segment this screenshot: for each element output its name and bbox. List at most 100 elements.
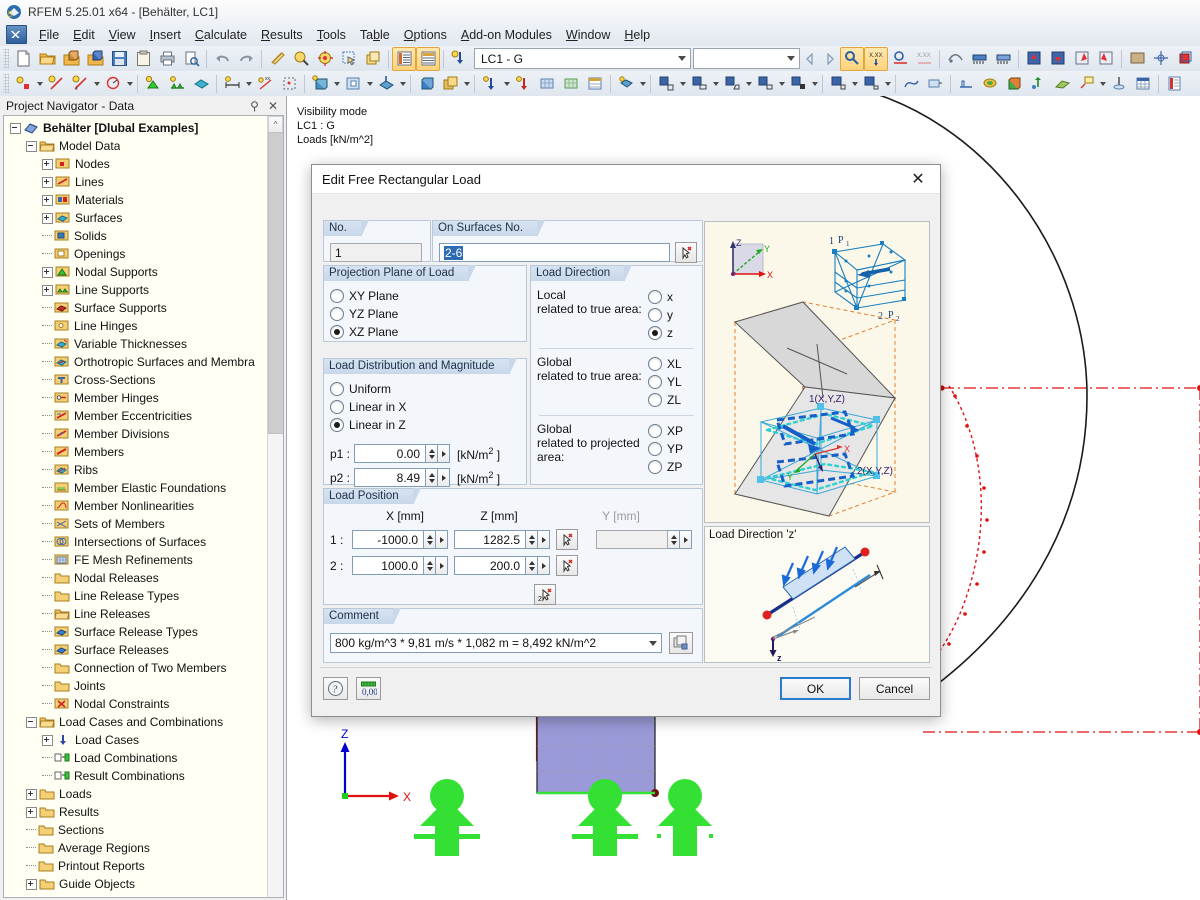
view-mode-6-icon[interactable] xyxy=(826,72,850,96)
load-position-y-input[interactable] xyxy=(596,530,668,549)
tree-item[interactable]: Results xyxy=(4,803,283,821)
projection-plane-option-xy-plane[interactable]: XY Plane xyxy=(330,287,526,305)
block-copy-icon[interactable] xyxy=(438,72,462,96)
pick-node-icon[interactable] xyxy=(556,529,578,550)
spinner-up-down[interactable] xyxy=(526,556,538,575)
load-direction-option-zp[interactable]: ZP xyxy=(648,458,696,476)
tree-item[interactable]: Nodes xyxy=(4,155,283,173)
tree-item[interactable]: Line Supports xyxy=(4,281,283,299)
expand-icon[interactable] xyxy=(42,267,53,278)
load-position-x-input[interactable]: 1000.0 xyxy=(352,556,424,575)
open-model-icon[interactable] xyxy=(59,47,83,71)
chevron-down-icon[interactable] xyxy=(777,73,786,95)
smooth-result-icon[interactable] xyxy=(1050,72,1074,96)
tree-item[interactable]: Orthotropic Surfaces and Membra xyxy=(4,353,283,371)
chevron-down-icon[interactable] xyxy=(744,73,753,95)
tree-item[interactable]: Load Combinations xyxy=(4,749,283,767)
pick-surface-icon[interactable] xyxy=(675,242,697,263)
section-cut-icon[interactable] xyxy=(1107,72,1131,96)
radio-indicator[interactable] xyxy=(648,460,662,474)
expand-icon[interactable] xyxy=(42,195,53,206)
render-solid-icon[interactable] xyxy=(1125,47,1149,71)
find-icon[interactable] xyxy=(289,47,313,71)
radio-indicator[interactable] xyxy=(648,424,662,438)
tree-item[interactable]: Surface Supports xyxy=(4,299,283,317)
tree-item[interactable]: Materials xyxy=(4,191,283,209)
chevron-down-icon[interactable] xyxy=(502,73,511,95)
tree-item[interactable]: Members xyxy=(4,443,283,461)
select-special-icon[interactable] xyxy=(337,47,361,71)
expand-icon[interactable] xyxy=(26,789,37,800)
chevron-down-icon[interactable] xyxy=(810,73,819,95)
tree-item[interactable]: Connection of Two Members xyxy=(4,659,283,677)
new-file-icon[interactable] xyxy=(11,47,35,71)
zoom-key-icon[interactable] xyxy=(840,47,864,71)
spinner-up-down[interactable] xyxy=(668,530,680,549)
expand-icon[interactable] xyxy=(26,879,37,890)
tree-item[interactable]: Nodal Releases xyxy=(4,569,283,587)
tree-item[interactable]: Surfaces xyxy=(4,209,283,227)
new-load-case-icon[interactable] xyxy=(447,47,471,71)
close-icon[interactable]: ✕ xyxy=(268,100,278,112)
spinner-more-button[interactable] xyxy=(438,468,450,487)
spinner-more-button[interactable] xyxy=(436,556,448,575)
tree-item[interactable]: Surface Releases xyxy=(4,641,283,659)
menu-file[interactable]: FFileile xyxy=(32,25,66,45)
load-magnitude-input[interactable]: 0.00 xyxy=(354,444,426,463)
chevron-down-icon[interactable] xyxy=(462,73,471,95)
tree-item[interactable]: Line Releases xyxy=(4,605,283,623)
spinner-more-button[interactable] xyxy=(538,530,550,549)
load-position-z-input[interactable]: 1282.5 xyxy=(454,530,526,549)
load-direction-option-xp[interactable]: XP xyxy=(648,422,696,440)
mesh-region-icon[interactable] xyxy=(277,72,301,96)
pick-two-nodes-icon[interactable]: 2 xyxy=(534,584,556,605)
comment-library-icon[interactable] xyxy=(669,632,693,654)
new-solid-icon[interactable] xyxy=(308,72,332,96)
support-view-icon[interactable] xyxy=(967,47,991,71)
chevron-down-icon[interactable] xyxy=(398,73,407,95)
units-icon[interactable]: 0,00 xyxy=(356,677,381,700)
support-view2-icon[interactable] xyxy=(991,47,1015,71)
zoom-xxx-icon[interactable]: X.XX xyxy=(864,47,888,71)
radio-indicator[interactable] xyxy=(330,418,344,432)
menu-help[interactable]: Help xyxy=(617,25,657,45)
legend-icon[interactable] xyxy=(1162,72,1186,96)
load-position-z-input[interactable]: 200.0 xyxy=(454,556,526,575)
secondary-combo[interactable] xyxy=(693,48,800,69)
load-distribution-option-linear-in-x[interactable]: Linear in X xyxy=(330,398,526,416)
menu-addon-modules[interactable]: Add-on Modules xyxy=(454,25,559,45)
tree-item[interactable]: Line Release Types xyxy=(4,587,283,605)
new-surface-icon[interactable] xyxy=(189,72,213,96)
result-grid2-icon[interactable] xyxy=(559,72,583,96)
load-case-combo[interactable]: LC1 - G xyxy=(474,48,691,69)
render-settings-icon[interactable] xyxy=(614,72,638,96)
table-right-icon[interactable] xyxy=(416,47,440,71)
radio-indicator[interactable] xyxy=(648,375,662,389)
expand-icon[interactable] xyxy=(26,807,37,818)
radio-indicator[interactable] xyxy=(648,326,662,340)
tree-item[interactable]: Intersections of Surfaces xyxy=(4,533,283,551)
projection-plane-option-xz-plane[interactable]: XZ Plane xyxy=(330,323,526,341)
view-mode-2-icon[interactable] xyxy=(687,72,711,96)
member-xx-icon[interactable]: xx xyxy=(253,72,277,96)
on-surfaces-input[interactable]: 2-6 xyxy=(439,243,670,262)
spinner-up-down[interactable] xyxy=(424,556,436,575)
x-xx-value-icon[interactable]: X.XX xyxy=(912,47,936,71)
load-direction-option-zl[interactable]: ZL xyxy=(648,391,696,409)
redo-icon[interactable] xyxy=(234,47,258,71)
expand-icon[interactable] xyxy=(42,735,53,746)
tree-item[interactable]: Load Cases xyxy=(4,731,283,749)
copy-block-icon[interactable] xyxy=(361,47,385,71)
chevron-down-icon[interactable] xyxy=(644,634,661,652)
tree-item[interactable]: Ribs xyxy=(4,461,283,479)
print-preview-icon[interactable] xyxy=(179,47,203,71)
scroll-up-button[interactable]: ^ xyxy=(268,116,283,133)
load-position-x-input[interactable]: -1000.0 xyxy=(352,530,424,549)
isoband-icon[interactable] xyxy=(978,72,1002,96)
result-table-icon[interactable] xyxy=(583,72,607,96)
solid-shape-icon[interactable] xyxy=(414,72,438,96)
chevron-down-icon[interactable] xyxy=(883,73,892,95)
tree-item[interactable]: Average Regions xyxy=(4,839,283,857)
new-line-dim-icon[interactable]: I xyxy=(68,72,92,96)
load-direction-option-y[interactable]: y xyxy=(648,306,696,324)
